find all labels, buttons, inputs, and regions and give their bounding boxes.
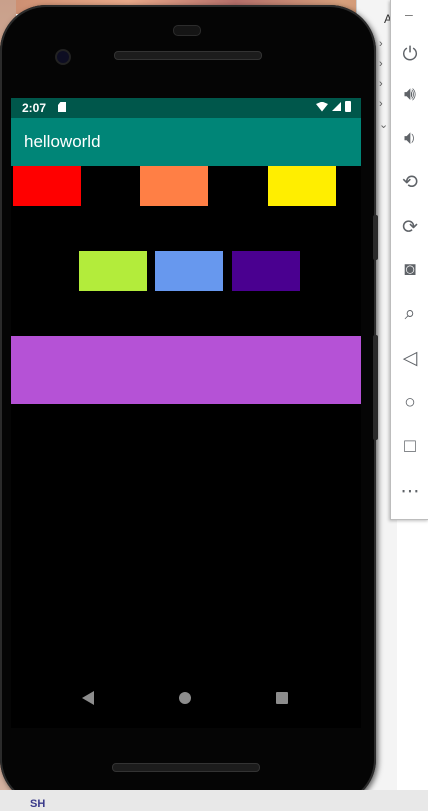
chevron-right-icon[interactable]: › (379, 58, 383, 70)
color-box-2 (140, 166, 208, 206)
taskbar (0, 790, 428, 811)
signal-icon (332, 102, 341, 111)
navigation-bar (11, 683, 361, 713)
app-bar: helloworld (11, 118, 361, 166)
chevron-down-icon[interactable]: ⌄ (379, 118, 388, 131)
chevron-right-icon[interactable]: › (379, 38, 383, 50)
power-icon[interactable]: ⏻ (391, 40, 428, 70)
minimize-icon[interactable]: – (405, 6, 413, 22)
taskbar-label: SH (30, 798, 46, 810)
color-box-wide (11, 336, 361, 404)
color-box-6 (232, 251, 300, 291)
front-camera (55, 49, 71, 65)
earpiece (173, 25, 201, 36)
volume-key[interactable] (373, 215, 378, 260)
status-time: 2:07 (22, 101, 47, 115)
volume-down-icon[interactable]: 🔉︎ (391, 124, 428, 154)
nav-recents-icon[interactable] (276, 692, 288, 704)
sd-card-icon (58, 102, 66, 112)
color-box-4 (79, 251, 147, 291)
camera-icon[interactable]: ◙ (391, 255, 428, 285)
battery-icon (345, 101, 351, 112)
speaker-grille-bottom (112, 763, 260, 772)
color-box-3 (268, 166, 336, 206)
phone-frame: 2:07 helloworld (0, 5, 376, 805)
power-key[interactable] (373, 335, 378, 440)
nav-back-icon[interactable] (82, 691, 94, 705)
emulator-toolbar: – ⏻ 🔊︎ 🔉︎ ⟲ ⟳ ◙ ⌕ ◁ ○ □ ⋯ (390, 0, 428, 520)
rotate-left-icon[interactable]: ⟲ (391, 167, 428, 197)
overview-icon[interactable]: □ (391, 432, 428, 462)
nav-home-icon[interactable] (179, 692, 191, 704)
rotate-right-icon[interactable]: ⟳ (391, 212, 428, 242)
wifi-icon (316, 101, 328, 112)
zoom-icon[interactable]: ⌕ (391, 299, 428, 329)
chevron-right-icon[interactable]: › (379, 78, 383, 90)
device-screen: 2:07 helloworld (11, 98, 361, 728)
chevron-right-icon[interactable]: › (379, 98, 383, 110)
back-icon[interactable]: ◁ (391, 343, 428, 373)
color-box-5 (155, 251, 223, 291)
volume-up-icon[interactable]: 🔊︎ (391, 80, 428, 110)
more-icon[interactable]: ⋯ (391, 476, 428, 506)
home-icon[interactable]: ○ (391, 388, 428, 418)
status-icons (316, 101, 351, 112)
app-title: helloworld (24, 132, 101, 151)
status-bar: 2:07 (11, 98, 361, 118)
speaker-grille-top (114, 51, 262, 60)
color-box-1 (13, 166, 81, 206)
